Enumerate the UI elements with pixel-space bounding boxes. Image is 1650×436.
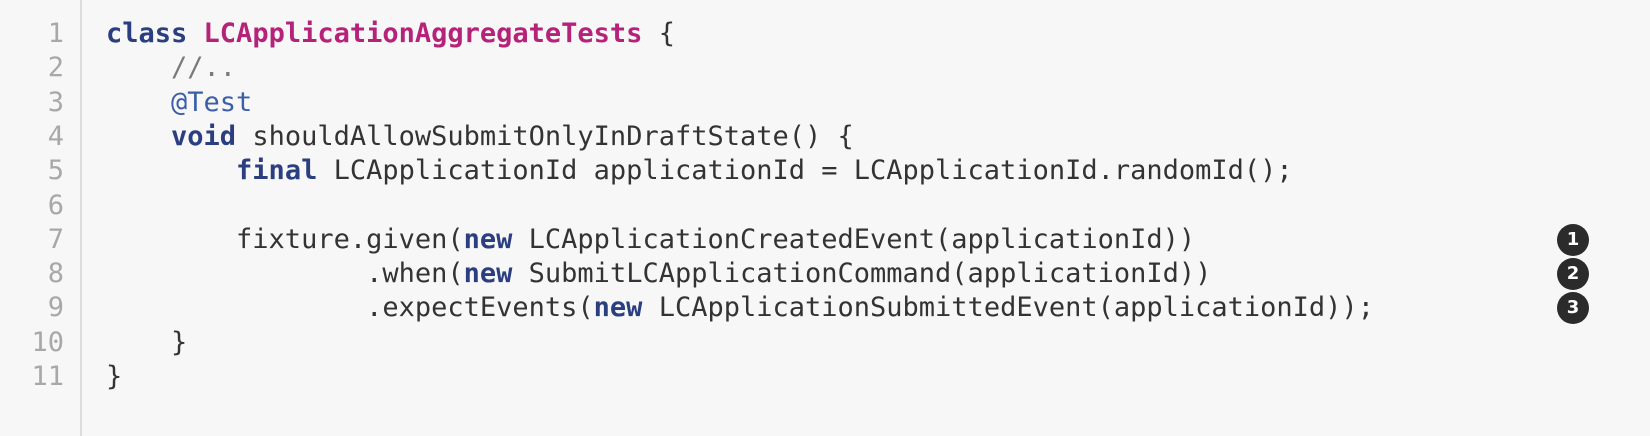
code-line: 6 (0, 188, 1650, 224)
keyword-token: new (463, 223, 513, 255)
line-number: 9 (47, 292, 64, 324)
code-token: .when( (106, 258, 464, 290)
code-text: void shouldAllowSubmitOnlyInDraftState()… (106, 119, 854, 155)
code-token: } (106, 361, 123, 392)
comment-token: //.. (106, 52, 237, 84)
code-token: .expectEvents( (106, 292, 594, 324)
code-text: class LCApplicationAggregateTests { (106, 16, 675, 52)
line-number: 2 (47, 52, 64, 84)
callout-marker-2: 2 (1557, 258, 1589, 291)
code-token: LCApplicationCreatedEvent(applicationId)… (512, 223, 1196, 255)
callout-marker-1: 1 (1557, 223, 1589, 256)
code-text: @Test (106, 85, 252, 121)
code-token: shouldAllowSubmitOnlyInDraftState() { (236, 120, 854, 152)
code-text: .when(new SubmitLCApplicationCommand(app… (106, 256, 1211, 292)
line-number: 5 (47, 155, 64, 187)
keyword-token: new (593, 292, 643, 324)
annotation-token: @Test (171, 86, 253, 118)
code-line: 10 } (0, 325, 1650, 361)
code-editor: 1 class LCApplicationAggregateTests {2 //… (0, 0, 1650, 436)
code-line: 7 fixture.given(new LCApplicationCreated… (0, 222, 1650, 258)
code-line: 1 class LCApplicationAggregateTests { (0, 16, 1650, 52)
code-text: final LCApplicationId applicationId = LC… (106, 153, 1293, 189)
line-number: 6 (47, 189, 64, 221)
line-number: 3 (47, 86, 64, 118)
keyword-token: new (463, 258, 513, 290)
line-number: 8 (47, 258, 64, 290)
code-text: //.. (106, 50, 236, 86)
line-number: 7 (47, 223, 64, 255)
code-token: } (106, 326, 188, 358)
code-line: 9 .expectEvents(new LCApplicationSubmitt… (0, 290, 1650, 326)
code-line: 5 final LCApplicationId applicationId = … (0, 153, 1650, 189)
callout-marker-3: 3 (1557, 292, 1589, 325)
code-token: fixture.given( (106, 223, 464, 255)
line-number: 1 (47, 18, 64, 49)
code-line: 11} (0, 359, 1650, 395)
code-line: 8 .when(new SubmitLCApplicationCommand(a… (0, 256, 1650, 292)
keyword-token: final (236, 155, 318, 187)
code-text: } (106, 325, 187, 361)
line-number: 4 (47, 120, 64, 152)
code-text: .expectEvents(new LCApplicationSubmitted… (106, 290, 1374, 326)
code-text: } (106, 359, 122, 395)
code-token: LCApplicationSubmittedEvent(applicationI… (642, 292, 1374, 324)
keyword-token: void (171, 120, 237, 152)
code-line: 2 //.. (0, 50, 1650, 86)
line-number: 11 (31, 361, 64, 392)
code-token: LCApplicationId applicationId = LCApplic… (317, 155, 1293, 187)
code-line: 3 @Test (0, 85, 1650, 121)
code-line: 4 void shouldAllowSubmitOnlyInDraftState… (0, 119, 1650, 155)
class-name-token: LCApplicationAggregateTests (203, 18, 643, 49)
line-number: 10 (31, 326, 64, 358)
code-text: fixture.given(new LCApplicationCreatedEv… (106, 222, 1195, 258)
keyword-token: class (106, 18, 188, 49)
code-token: SubmitLCApplicationCommand(applicationId… (512, 258, 1212, 290)
code-token: { (642, 18, 675, 49)
